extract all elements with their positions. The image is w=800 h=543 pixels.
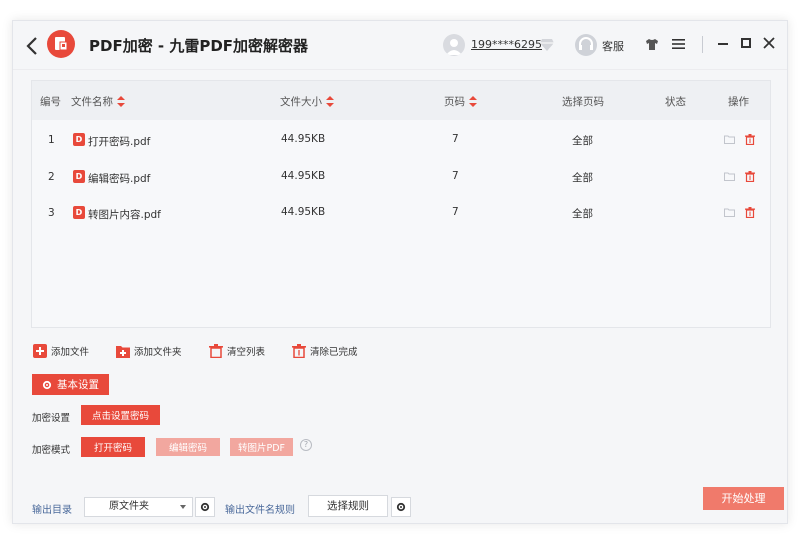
sort-icon[interactable] — [326, 96, 334, 107]
row-page-select[interactable]: 全部 — [572, 133, 593, 148]
pdf-file-icon: D — [73, 170, 85, 183]
title-bar: PDF加密 - 九雷PDF加密解密器 199****6295 客服 — [13, 21, 787, 70]
back-arrow-icon[interactable] — [25, 36, 39, 56]
clear-done-button[interactable]: 清除已完成 — [292, 342, 358, 360]
row-index: 1 — [48, 134, 55, 146]
header-status: 状态 — [665, 96, 686, 108]
mode-open-password-button[interactable]: 打开密码 — [81, 437, 145, 457]
row-pages: 7 — [452, 206, 459, 218]
set-password-button[interactable]: 点击设置密码 — [81, 405, 160, 425]
header-size[interactable]: 文件大小 — [280, 94, 334, 109]
user-icon — [446, 39, 462, 55]
service-label[interactable]: 客服 — [602, 38, 624, 54]
row-file-size: 44.95KB — [281, 170, 326, 182]
user-name-link[interactable]: 199****6295 — [471, 38, 542, 51]
maximize-icon[interactable] — [741, 38, 751, 48]
delete-icon[interactable] — [745, 207, 755, 218]
file-table: 编号 文件名称 文件大小 页码 选择页码 状态 操作 1 D 打开密码.pdf … — [31, 80, 771, 328]
pdf-file-icon: D — [73, 206, 85, 219]
clear-list-button[interactable]: 清空列表 — [209, 342, 265, 360]
vip-diamond-icon[interactable] — [539, 38, 555, 52]
mode-edit-password-button[interactable]: 编辑密码 — [156, 438, 220, 456]
table-row[interactable]: 1 D 打开密码.pdf 44.95KB 7 全部 — [32, 122, 770, 158]
select-rule-button[interactable]: 选择规则 — [308, 495, 388, 517]
trash-icon — [209, 344, 223, 358]
skin-shirt-icon[interactable] — [645, 38, 659, 51]
row-pages: 7 — [452, 170, 459, 182]
add-file-button[interactable]: 添加文件 — [33, 342, 89, 360]
user-avatar[interactable] — [443, 34, 465, 56]
row-index: 2 — [48, 171, 55, 183]
header-page-select: 选择页码 — [562, 96, 604, 108]
rule-settings-button[interactable] — [391, 497, 411, 517]
encrypt-mode-label: 加密模式 — [32, 445, 71, 456]
output-dir-settings-button[interactable] — [195, 497, 215, 517]
row-file-name: 打开密码.pdf — [88, 136, 151, 148]
trash-icon — [292, 344, 306, 358]
output-rule-label: 输出文件名规则 — [225, 505, 295, 516]
add-folder-icon — [116, 346, 130, 358]
app-logo — [47, 30, 75, 58]
titlebar-divider — [702, 36, 703, 53]
open-folder-icon[interactable] — [724, 208, 735, 217]
start-process-button[interactable]: 开始处理 — [703, 487, 784, 510]
add-folder-button[interactable]: 添加文件夹 — [116, 342, 182, 360]
output-dir-label: 输出目录 — [32, 505, 72, 516]
sort-icon[interactable] — [469, 96, 477, 107]
mode-image-pdf-button[interactable]: 转图片PDF — [230, 438, 293, 456]
table-header: 编号 文件名称 文件大小 页码 选择页码 状态 操作 — [32, 81, 770, 120]
encrypt-setting-label: 加密设置 — [32, 413, 71, 424]
gear-icon — [200, 502, 210, 512]
basic-settings-tab[interactable]: 基本设置 — [32, 374, 109, 395]
row-file-size: 44.95KB — [281, 206, 326, 218]
add-file-icon — [33, 344, 47, 358]
table-row[interactable]: 2 D 编辑密码.pdf 44.95KB 7 全部 — [32, 159, 770, 195]
row-file-name: 编辑密码.pdf — [88, 173, 151, 185]
headset-icon — [579, 37, 593, 50]
row-page-select[interactable]: 全部 — [572, 206, 593, 221]
pdf-logo-icon — [55, 37, 68, 51]
delete-icon[interactable] — [745, 171, 755, 182]
row-index: 3 — [48, 207, 55, 219]
header-name[interactable]: 文件名称 — [71, 94, 125, 109]
row-file-size: 44.95KB — [281, 133, 326, 145]
delete-icon[interactable] — [745, 134, 755, 145]
menu-icon[interactable] — [672, 38, 685, 50]
pdf-file-icon: D — [73, 133, 85, 146]
close-icon[interactable] — [763, 36, 775, 50]
minimize-icon[interactable] — [718, 43, 728, 45]
app-title: PDF加密 - 九雷PDF加密解密器 — [89, 37, 309, 55]
open-folder-icon[interactable] — [724, 172, 735, 181]
open-folder-icon[interactable] — [724, 135, 735, 144]
row-page-select[interactable]: 全部 — [572, 170, 593, 185]
header-actions: 操作 — [728, 96, 749, 108]
service-avatar[interactable] — [575, 34, 597, 56]
chevron-down-icon — [180, 505, 186, 509]
row-file-name: 转图片内容.pdf — [88, 209, 161, 221]
app-window: PDF加密 - 九雷PDF加密解密器 199****6295 客服 编号 文件名… — [12, 20, 788, 524]
help-icon[interactable]: ? — [300, 439, 312, 451]
header-pages[interactable]: 页码 — [444, 94, 477, 109]
header-index: 编号 — [40, 96, 61, 108]
output-dir-select[interactable]: 原文件夹 — [84, 497, 193, 517]
sort-icon[interactable] — [117, 96, 125, 107]
gear-icon — [396, 502, 406, 512]
row-pages: 7 — [452, 133, 459, 145]
gear-icon — [42, 380, 52, 389]
table-row[interactable]: 3 D 转图片内容.pdf 44.95KB 7 全部 — [32, 195, 770, 231]
